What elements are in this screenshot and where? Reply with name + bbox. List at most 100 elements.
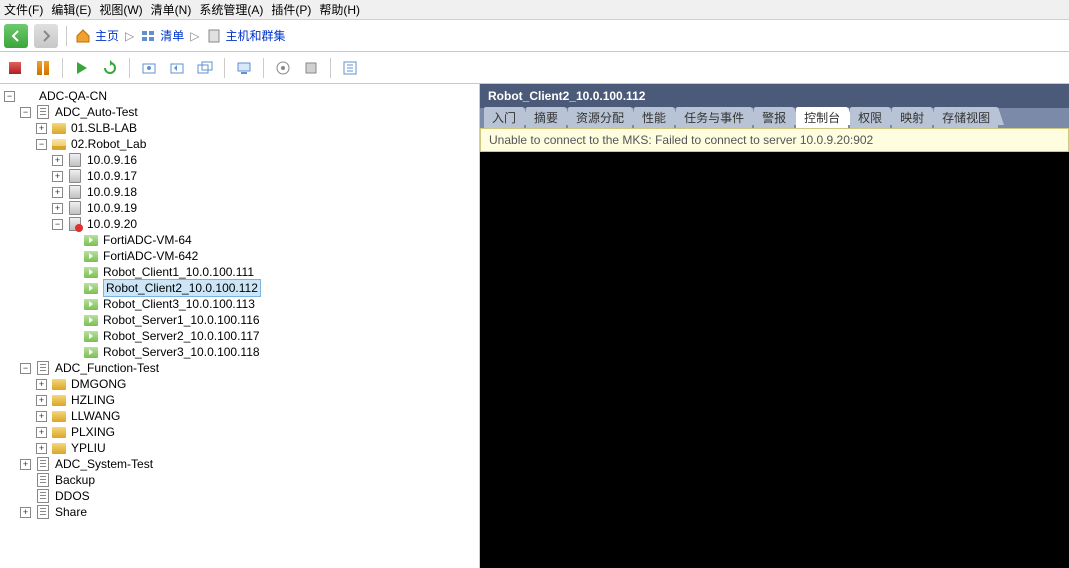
tab-2[interactable]: 资源分配 [568, 107, 632, 128]
menu-admin[interactable]: 系统管理(A) [199, 1, 263, 18]
tree-label[interactable]: Robot_Server2_10.0.100.117 [103, 328, 260, 344]
tree-host[interactable]: +10.0.9.16 [0, 152, 479, 168]
nav-back-button[interactable] [4, 24, 28, 48]
tree-vm[interactable]: FortiADC-VM-642 [0, 248, 479, 264]
inventory-link[interactable]: 清单 [140, 27, 184, 44]
poweroff-button[interactable] [4, 57, 26, 79]
tree-datacenter[interactable]: + Share [0, 504, 479, 520]
tree-folder[interactable]: + DMGONG [0, 376, 479, 392]
expand-toggle[interactable]: − [4, 91, 15, 102]
tab-0[interactable]: 入门 [484, 107, 524, 128]
menu-file[interactable]: 文件(F) [4, 1, 43, 18]
tree-label[interactable]: Robot_Client1_10.0.100.111 [103, 264, 254, 280]
tree-host[interactable]: +10.0.9.18 [0, 184, 479, 200]
expand-toggle[interactable]: − [52, 219, 63, 230]
tree-label[interactable]: FortiADC-VM-642 [103, 248, 198, 264]
snapshot-manager-button[interactable] [194, 57, 216, 79]
menu-help[interactable]: 帮助(H) [319, 1, 360, 18]
menu-edit[interactable]: 编辑(E) [51, 1, 91, 18]
revert-snapshot-button[interactable] [166, 57, 188, 79]
tree-label[interactable]: Robot_Server1_10.0.100.116 [103, 312, 260, 328]
tree-folder[interactable]: +01.SLB-LAB [0, 120, 479, 136]
tree-datacenter[interactable]: DDOS [0, 488, 479, 504]
tree-folder[interactable]: + LLWANG [0, 408, 479, 424]
tree-label[interactable]: Backup [55, 472, 95, 488]
nav-forward-button[interactable] [34, 24, 58, 48]
tree-label[interactable]: 10.0.9.16 [87, 152, 137, 168]
connect-cdrom-button[interactable] [272, 57, 294, 79]
console-button[interactable] [233, 57, 255, 79]
inventory-tree[interactable]: −ADC-QA-CN−ADC_Auto-Test+01.SLB-LAB−02.R… [0, 84, 480, 568]
tree-vm[interactable]: FortiADC-VM-64 [0, 232, 479, 248]
home-link[interactable]: 主页 [75, 27, 119, 44]
tree-datacenter[interactable]: −ADC_Auto-Test [0, 104, 479, 120]
tree-label[interactable]: DMGONG [71, 376, 126, 392]
hosts-clusters-link[interactable]: 主机和群集 [206, 27, 286, 44]
tree-vm[interactable]: Robot_Client3_10.0.100.113 [0, 296, 479, 312]
snapshot-button[interactable] [138, 57, 160, 79]
tree-label[interactable]: 01.SLB-LAB [71, 120, 137, 136]
tree-label[interactable]: YPLIU [71, 440, 106, 456]
expand-toggle[interactable]: + [20, 507, 31, 518]
tree-datacenter[interactable]: − ADC_Function-Test [0, 360, 479, 376]
tree-host[interactable]: +10.0.9.19 [0, 200, 479, 216]
tree-folder[interactable]: + HZLING [0, 392, 479, 408]
expand-toggle[interactable]: + [36, 123, 47, 134]
tree-vm[interactable]: Robot_Server2_10.0.100.117 [0, 328, 479, 344]
expand-toggle[interactable]: + [52, 171, 63, 182]
tree-root[interactable]: − ADC-QA-CN [0, 88, 479, 104]
expand-toggle[interactable]: + [36, 379, 47, 390]
menu-view[interactable]: 视图(W) [99, 1, 142, 18]
tab-8[interactable]: 映射 [892, 107, 932, 128]
expand-toggle[interactable]: + [36, 411, 47, 422]
menu-plugins[interactable]: 插件(P) [271, 1, 311, 18]
expand-toggle[interactable]: + [52, 203, 63, 214]
tree-label[interactable]: 10.0.9.17 [87, 168, 137, 184]
reset-button[interactable] [99, 57, 121, 79]
tree-label[interactable]: ADC_System-Test [55, 456, 153, 472]
tree-label[interactable]: Share [55, 504, 87, 520]
tab-6[interactable]: 控制台 [796, 107, 848, 128]
tree-datacenter[interactable]: Backup [0, 472, 479, 488]
tree-vm[interactable]: Robot_Client2_10.0.100.112 [0, 280, 479, 296]
expand-toggle[interactable]: + [52, 155, 63, 166]
expand-toggle[interactable]: − [20, 107, 31, 118]
tree-label[interactable]: 10.0.9.18 [87, 184, 137, 200]
expand-toggle[interactable]: + [36, 427, 47, 438]
tree-label[interactable]: FortiADC-VM-64 [103, 232, 192, 248]
connect-floppy-button[interactable] [300, 57, 322, 79]
expand-toggle[interactable]: + [36, 395, 47, 406]
tree-datacenter[interactable]: + ADC_System-Test [0, 456, 479, 472]
tree-vm[interactable]: Robot_Server3_10.0.100.118 [0, 344, 479, 360]
suspend-button[interactable] [32, 57, 54, 79]
poweron-button[interactable] [71, 57, 93, 79]
tree-label[interactable]: PLXING [71, 424, 115, 440]
tree-label[interactable]: ADC_Function-Test [55, 360, 159, 376]
tree-label[interactable]: 02.Robot_Lab [71, 136, 146, 152]
tab-7[interactable]: 权限 [850, 107, 890, 128]
expand-toggle[interactable]: + [36, 443, 47, 454]
tree-host-warn[interactable]: − 10.0.9.20 [0, 216, 479, 232]
tree-label[interactable]: Robot_Client3_10.0.100.113 [103, 296, 255, 312]
tree-label[interactable]: LLWANG [71, 408, 120, 424]
menu-inventory[interactable]: 清单(N) [151, 1, 192, 18]
edit-settings-button[interactable] [339, 57, 361, 79]
tree-vm[interactable]: Robot_Server1_10.0.100.116 [0, 312, 479, 328]
tree-label[interactable]: ADC-QA-CN [39, 88, 107, 104]
tree-host[interactable]: +10.0.9.17 [0, 168, 479, 184]
tree-folder[interactable]: + PLXING [0, 424, 479, 440]
expand-toggle[interactable]: − [36, 139, 47, 150]
tab-1[interactable]: 摘要 [526, 107, 566, 128]
expand-toggle[interactable]: + [20, 459, 31, 470]
expand-toggle[interactable]: − [20, 363, 31, 374]
tree-folder[interactable]: + YPLIU [0, 440, 479, 456]
tab-5[interactable]: 警报 [754, 107, 794, 128]
expand-toggle[interactable]: + [52, 187, 63, 198]
vm-console[interactable] [480, 152, 1069, 568]
tree-label[interactable]: HZLING [71, 392, 115, 408]
tree-label[interactable]: Robot_Server3_10.0.100.118 [103, 344, 260, 360]
tree-label[interactable]: 10.0.9.20 [87, 216, 137, 232]
tree-vm[interactable]: Robot_Client1_10.0.100.111 [0, 264, 479, 280]
tree-label[interactable]: DDOS [55, 488, 90, 504]
tree-label[interactable]: Robot_Client2_10.0.100.112 [103, 279, 261, 297]
